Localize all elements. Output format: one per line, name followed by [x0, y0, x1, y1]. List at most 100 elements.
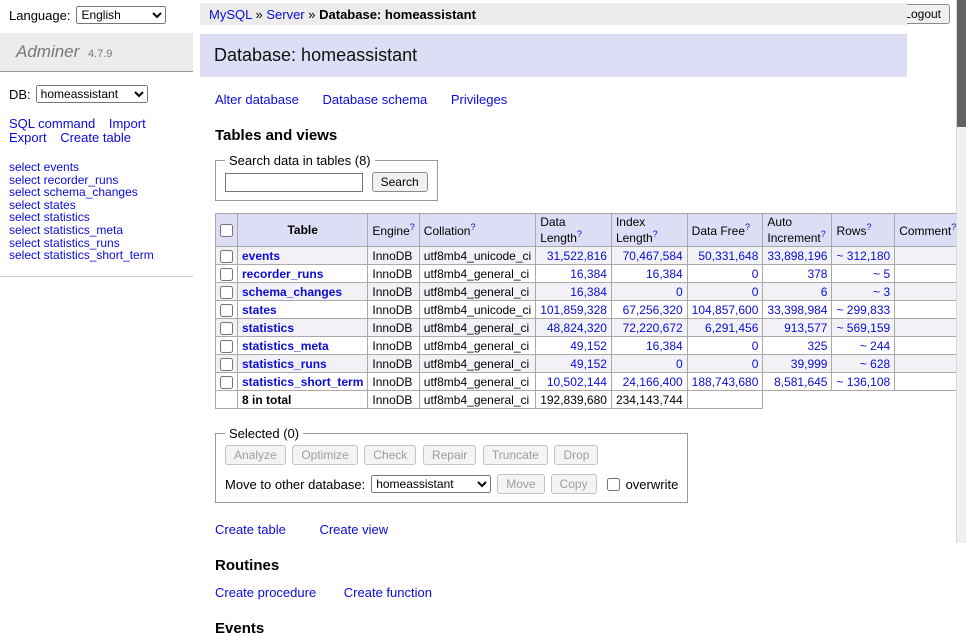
- table-name-link[interactable]: schema_changes: [242, 285, 342, 299]
- row-checkbox[interactable]: [220, 358, 233, 371]
- index-length-link[interactable]: 16,384: [646, 339, 683, 353]
- analyze-button[interactable]: Analyze: [225, 445, 286, 465]
- create-function-link[interactable]: Create function: [344, 585, 432, 600]
- data-length-link[interactable]: 101,859,328: [540, 303, 607, 317]
- overwrite-label: overwrite: [626, 477, 679, 492]
- select-all-checkbox[interactable]: [220, 224, 233, 237]
- data-length-link[interactable]: 31,522,816: [547, 249, 607, 263]
- index-length-link[interactable]: 70,467,584: [623, 249, 683, 263]
- data-length-link[interactable]: 49,152: [570, 357, 607, 371]
- rows-link[interactable]: ~ 628: [860, 357, 890, 371]
- search-input[interactable]: [225, 173, 363, 192]
- row-checkbox[interactable]: [220, 322, 233, 335]
- data-length-link[interactable]: 10,502,144: [547, 375, 607, 389]
- auto-increment-link[interactable]: 378: [807, 267, 827, 281]
- auto-increment-link[interactable]: 325: [807, 339, 827, 353]
- help-icon[interactable]: ?: [653, 229, 658, 239]
- scrollbar-thumb[interactable]: [957, 0, 966, 127]
- row-checkbox[interactable]: [220, 340, 233, 353]
- language-select[interactable]: English: [76, 6, 166, 24]
- data-length-link[interactable]: 49,152: [570, 339, 607, 353]
- data-length-link[interactable]: 16,384: [570, 267, 607, 281]
- sidebar-link-sql-command[interactable]: SQL command: [9, 116, 95, 131]
- repair-button[interactable]: Repair: [423, 445, 476, 465]
- rows-link[interactable]: ~ 312,180: [836, 249, 890, 263]
- auto-increment-link[interactable]: 33,398,984: [767, 303, 827, 317]
- adminer-brand-link[interactable]: Adminer: [16, 42, 79, 61]
- data-free-link[interactable]: 0: [752, 285, 759, 299]
- move-db-select[interactable]: homeassistant: [371, 475, 491, 493]
- index-length-link[interactable]: 16,384: [646, 267, 683, 281]
- table-name-link[interactable]: statistics_meta: [242, 339, 329, 353]
- table-name-link[interactable]: events: [242, 249, 280, 263]
- database-schema-link[interactable]: Database schema: [322, 92, 427, 107]
- optimize-button[interactable]: Optimize: [292, 445, 357, 465]
- help-icon[interactable]: ?: [470, 222, 475, 232]
- table-name-link[interactable]: states: [242, 303, 277, 317]
- create-view-link[interactable]: Create view: [319, 522, 388, 537]
- search-button[interactable]: Search: [372, 172, 428, 192]
- help-icon[interactable]: ?: [745, 222, 750, 232]
- sidebar-table-link-schema-changes[interactable]: select schema_changes: [9, 186, 184, 199]
- sidebar-link-create-table[interactable]: Create table: [60, 130, 131, 145]
- table-name-link[interactable]: statistics_short_term: [242, 375, 363, 389]
- row-checkbox[interactable]: [220, 304, 233, 317]
- overwrite-checkbox[interactable]: [607, 478, 620, 491]
- drop-button[interactable]: Drop: [554, 445, 598, 465]
- index-length-link[interactable]: 0: [676, 285, 683, 299]
- cell-collation: utf8mb4_general_ci: [419, 373, 535, 391]
- vertical-scrollbar[interactable]: [956, 0, 966, 543]
- alter-database-link[interactable]: Alter database: [215, 92, 299, 107]
- data-free-link[interactable]: 0: [752, 267, 759, 281]
- row-checkbox[interactable]: [220, 268, 233, 281]
- index-length-link[interactable]: 72,220,672: [623, 321, 683, 335]
- row-checkbox[interactable]: [220, 376, 233, 389]
- sidebar-link-export[interactable]: Export: [9, 130, 47, 145]
- data-length-link[interactable]: 16,384: [570, 285, 607, 299]
- rows-link[interactable]: ~ 244: [860, 339, 890, 353]
- auto-increment-link[interactable]: 8,581,645: [774, 375, 827, 389]
- table-name-link[interactable]: statistics: [242, 321, 294, 335]
- index-length-link[interactable]: 24,166,400: [623, 375, 683, 389]
- breadcrumb-link-server[interactable]: Server: [266, 7, 304, 22]
- auto-increment-link[interactable]: 913,577: [784, 321, 827, 335]
- sidebar-table-link-statistics-meta[interactable]: select statistics_meta: [9, 224, 184, 237]
- breadcrumb-link-mysql[interactable]: MySQL: [209, 7, 252, 22]
- rows-link[interactable]: ~ 5: [873, 267, 890, 281]
- rows-link[interactable]: ~ 299,833: [836, 303, 890, 317]
- auto-increment-link[interactable]: 6: [821, 285, 828, 299]
- rows-link[interactable]: ~ 136,108: [836, 375, 890, 389]
- sidebar-link-import[interactable]: Import: [109, 116, 146, 131]
- table-name-link[interactable]: recorder_runs: [242, 267, 323, 281]
- sidebar-table-link-events[interactable]: select events: [9, 161, 184, 174]
- create-table-link[interactable]: Create table: [215, 522, 286, 537]
- data-free-link[interactable]: 188,743,680: [692, 375, 759, 389]
- help-icon[interactable]: ?: [577, 229, 582, 239]
- help-icon[interactable]: ?: [866, 222, 871, 232]
- help-icon[interactable]: ?: [410, 222, 415, 232]
- db-select[interactable]: homeassistant: [36, 85, 148, 103]
- data-free-link[interactable]: 50,331,648: [698, 249, 758, 263]
- data-free-link[interactable]: 0: [752, 339, 759, 353]
- sidebar-table-link-statistics-short-term[interactable]: select statistics_short_term: [9, 249, 184, 262]
- data-free-link[interactable]: 6,291,456: [705, 321, 758, 335]
- index-length-link[interactable]: 67,256,320: [623, 303, 683, 317]
- rows-link[interactable]: ~ 569,159: [836, 321, 890, 335]
- privileges-link[interactable]: Privileges: [451, 92, 507, 107]
- data-length-link[interactable]: 48,824,320: [547, 321, 607, 335]
- auto-increment-link[interactable]: 33,898,196: [767, 249, 827, 263]
- data-free-link[interactable]: 0: [752, 357, 759, 371]
- row-checkbox[interactable]: [220, 286, 233, 299]
- table-name-link[interactable]: statistics_runs: [242, 357, 327, 371]
- move-button[interactable]: Move: [497, 474, 544, 494]
- check-button[interactable]: Check: [364, 445, 416, 465]
- auto-increment-link[interactable]: 39,999: [791, 357, 828, 371]
- help-icon[interactable]: ?: [821, 229, 826, 239]
- rows-link[interactable]: ~ 3: [873, 285, 890, 299]
- create-procedure-link[interactable]: Create procedure: [215, 585, 316, 600]
- index-length-link[interactable]: 0: [676, 357, 683, 371]
- truncate-button[interactable]: Truncate: [483, 445, 548, 465]
- row-checkbox[interactable]: [220, 250, 233, 263]
- data-free-link[interactable]: 104,857,600: [692, 303, 759, 317]
- copy-button[interactable]: Copy: [551, 474, 597, 494]
